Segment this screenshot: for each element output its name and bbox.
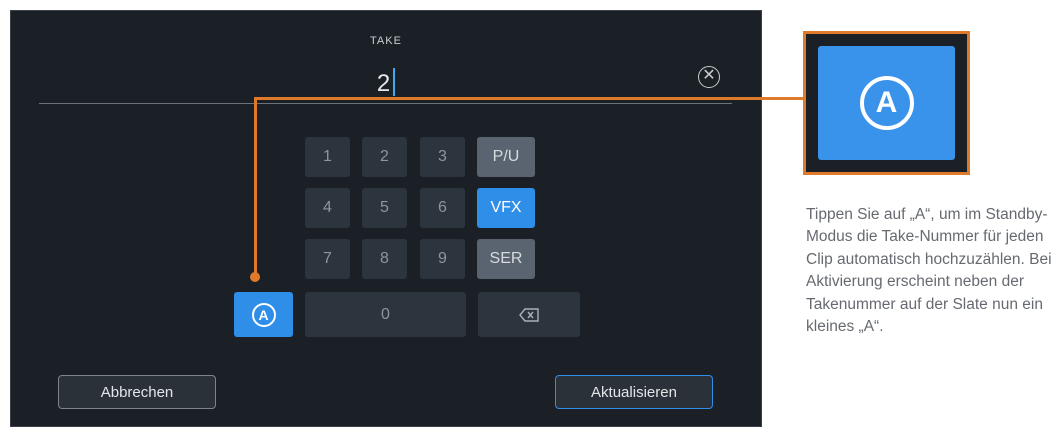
key-pickup[interactable]: P/U bbox=[477, 137, 535, 177]
key-vfx[interactable]: VFX bbox=[477, 188, 535, 228]
leader-line-horizontal bbox=[254, 97, 804, 100]
circled-a-icon: A bbox=[859, 76, 914, 130]
backspace-icon bbox=[519, 307, 539, 322]
update-button[interactable]: Aktualisieren bbox=[555, 375, 713, 409]
key-3[interactable]: 3 bbox=[420, 137, 465, 177]
take-input[interactable]: 2 bbox=[11, 68, 761, 98]
take-value: 2 bbox=[376, 70, 391, 97]
input-underline bbox=[39, 103, 732, 104]
leader-line-vertical bbox=[254, 97, 257, 277]
circled-a-icon: A bbox=[251, 302, 276, 327]
callout-caption: Tippen Sie auf „A“, um im Standby-Modus … bbox=[806, 206, 1052, 336]
callout-zoom-box: A bbox=[803, 31, 970, 175]
clear-circle-x-icon[interactable]: ✕ bbox=[698, 66, 720, 88]
key-0[interactable]: 0 bbox=[305, 292, 466, 337]
key-9[interactable]: 9 bbox=[420, 239, 465, 279]
key-6[interactable]: 6 bbox=[420, 188, 465, 228]
callout-auto-button: A bbox=[818, 46, 955, 160]
slate-take-editor: TAKE 2 ✕ 1 2 3 P/U 4 5 6 VFX 7 8 9 SER A… bbox=[10, 10, 762, 427]
key-1[interactable]: 1 bbox=[305, 137, 350, 177]
key-4[interactable]: 4 bbox=[305, 188, 350, 228]
key-7[interactable]: 7 bbox=[305, 239, 350, 279]
key-2[interactable]: 2 bbox=[362, 137, 407, 177]
cancel-button[interactable]: Abbrechen bbox=[58, 375, 216, 409]
text-cursor bbox=[393, 68, 396, 96]
key-series[interactable]: SER bbox=[477, 239, 535, 279]
backspace-button[interactable] bbox=[478, 292, 580, 337]
key-8[interactable]: 8 bbox=[362, 239, 407, 279]
field-label: TAKE bbox=[370, 35, 402, 47]
leader-dot bbox=[250, 272, 260, 282]
auto-increment-button[interactable]: A bbox=[234, 292, 293, 337]
key-5[interactable]: 5 bbox=[362, 188, 407, 228]
